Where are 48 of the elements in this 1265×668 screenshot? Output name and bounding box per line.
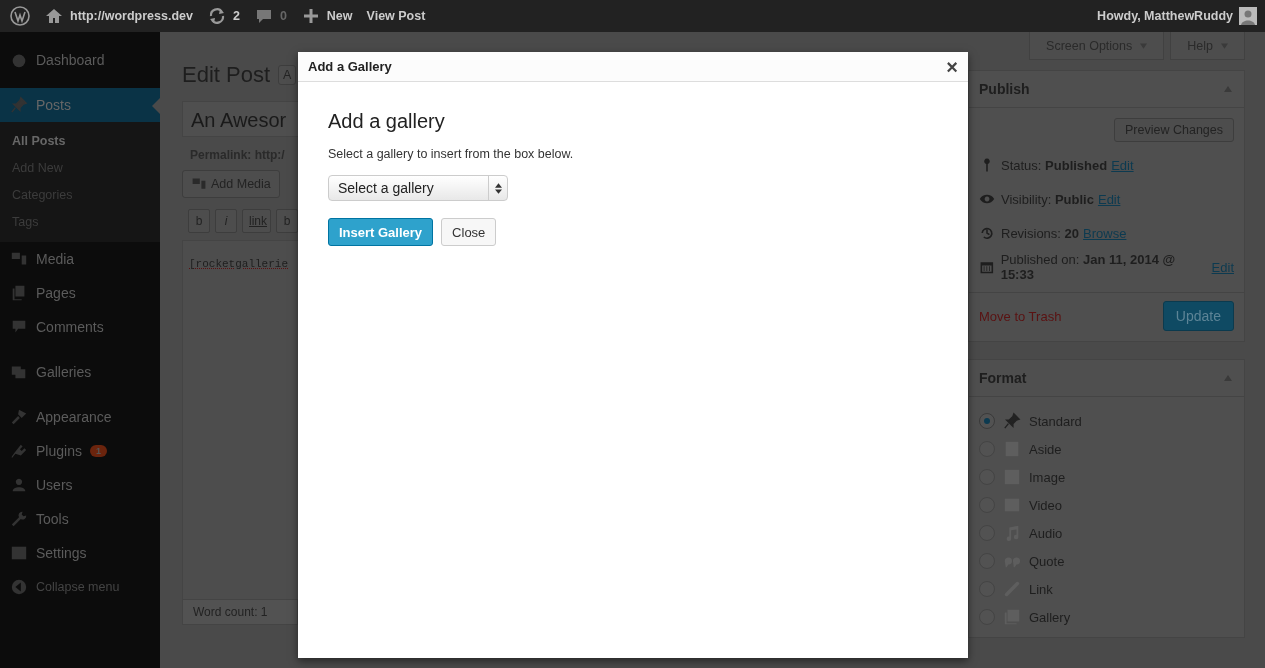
edit-link[interactable]: Browse — [1083, 225, 1127, 241]
menu-item[interactable]: Users — [0, 468, 160, 502]
account-greeting[interactable]: Howdy, MatthewRuddy — [1097, 9, 1233, 23]
up-down-arrows-icon — [494, 182, 502, 194]
home-icon — [44, 6, 64, 26]
radio-button[interactable] — [979, 413, 995, 429]
wrench-icon — [10, 510, 28, 528]
menu-item[interactable]: Tools — [0, 502, 160, 536]
dialog-description: Select a gallery to insert from the box below. — [328, 147, 575, 161]
new-link[interactable]: New — [326, 9, 353, 23]
plug-icon — [10, 442, 28, 460]
comments-count[interactable]: 0 — [279, 9, 287, 23]
updates-count[interactable]: 2 — [232, 9, 240, 23]
insert-gallery-button[interactable]: Insert Gallery — [328, 218, 434, 246]
menu-item[interactable]: Posts — [0, 88, 160, 122]
media-icon — [191, 176, 207, 192]
close-button[interactable]: × — [944, 56, 960, 77]
menu-item[interactable]: Media — [0, 242, 160, 276]
collapse-icon — [10, 578, 28, 596]
dialog-heading: Add a gallery — [328, 110, 446, 133]
dialog-title: Add a Gallery — [308, 59, 392, 74]
submenu-item[interactable]: All Posts — [0, 128, 160, 155]
menu-item[interactable]: Settings — [0, 536, 160, 570]
menu-item[interactable]: Plugins 1 — [0, 434, 160, 468]
history-icon — [979, 225, 995, 241]
wordpress-logo-icon[interactable] — [10, 6, 30, 26]
edit-link[interactable]: Edit — [1111, 157, 1134, 173]
view-post-link[interactable]: View Post — [366, 9, 426, 23]
menu-item[interactable]: Pages — [0, 276, 160, 310]
menu-item[interactable]: Galleries — [0, 355, 160, 389]
calendar-icon — [979, 259, 995, 275]
site-link[interactable]: http://wordpress.dev — [70, 9, 193, 23]
pushpin-icon — [1003, 412, 1021, 430]
gallery-select[interactable]: Select a gallery — [328, 175, 508, 201]
pushpin-icon — [10, 96, 28, 114]
menu-item[interactable]: Appearance — [0, 400, 160, 434]
brush-icon — [10, 408, 28, 426]
menu-item[interactable]: Dashboard — [0, 43, 160, 77]
collapse-menu-button[interactable]: Collapse menu — [0, 570, 160, 604]
user-icon — [10, 476, 28, 494]
close-dialog-button[interactable]: Close — [441, 218, 497, 246]
edit-link[interactable]: Edit — [1097, 191, 1121, 207]
menu-item[interactable]: Comments — [0, 310, 160, 344]
move-to-trash-link[interactable]: Move to Trash — [979, 308, 1062, 324]
update-button[interactable]: Update — [1162, 301, 1234, 331]
edit-link[interactable]: Edit — [1211, 259, 1234, 275]
avatar-icon[interactable] — [1239, 7, 1257, 25]
update-count-badge: 1 — [89, 445, 107, 457]
